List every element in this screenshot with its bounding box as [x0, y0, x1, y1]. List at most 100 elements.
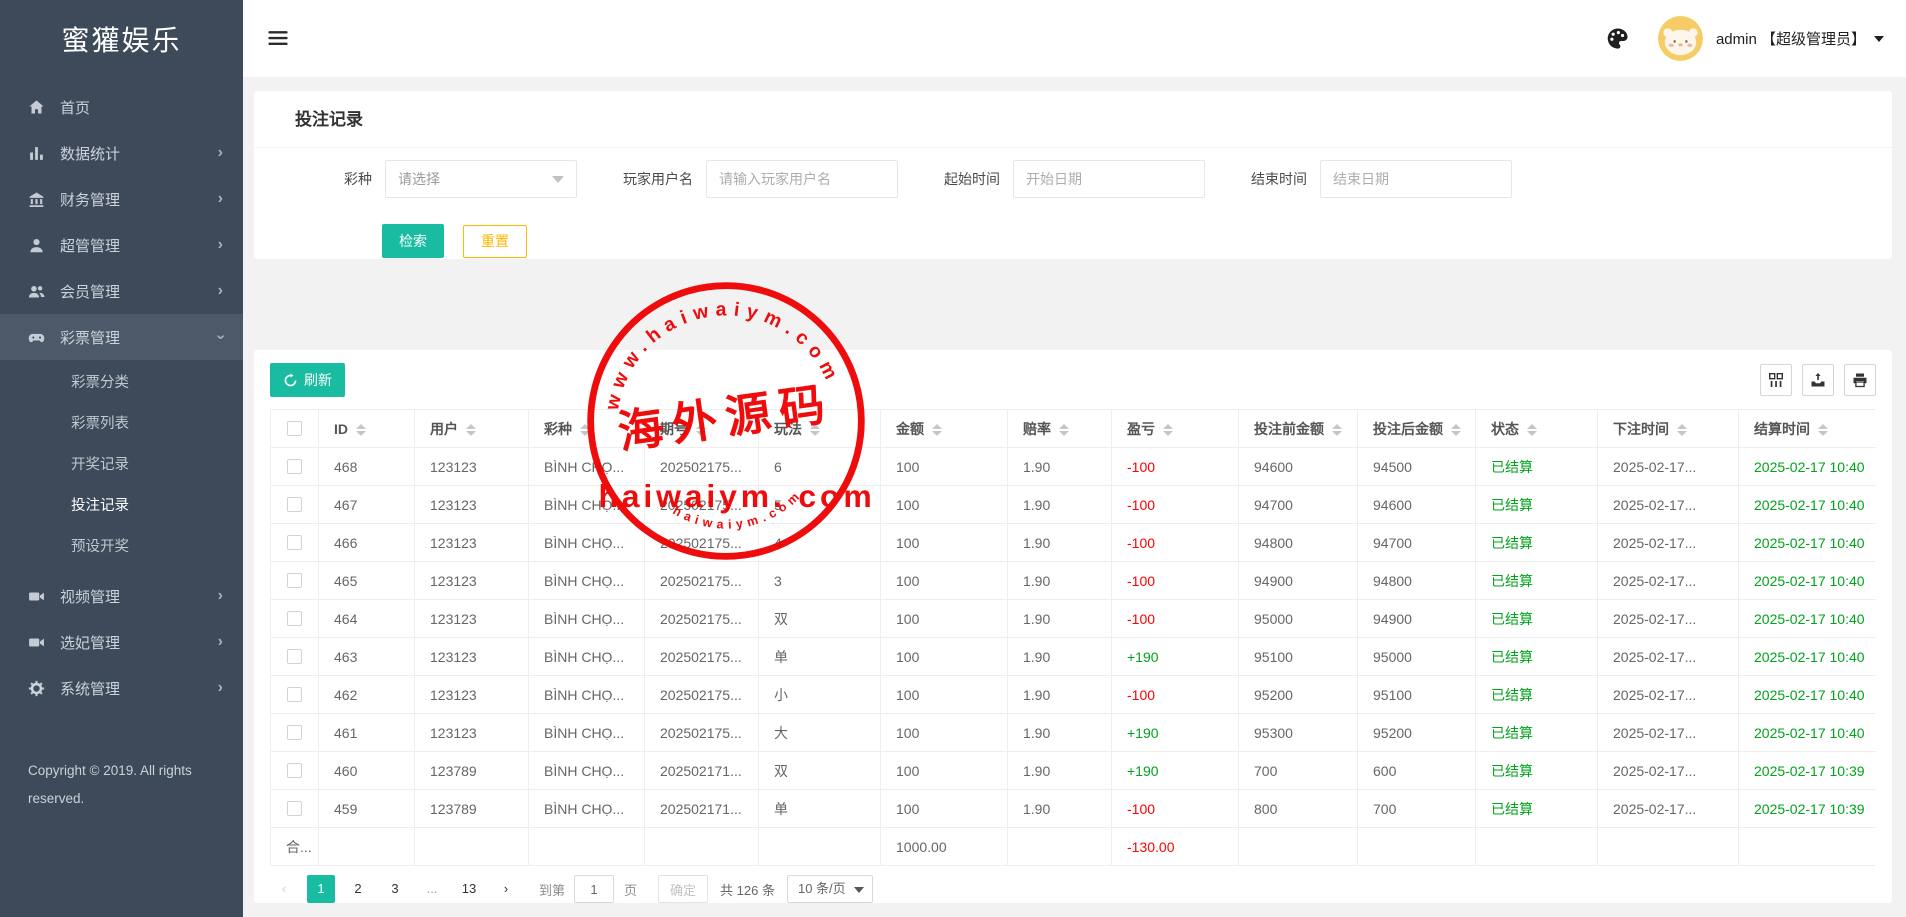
- sidebar-item-bet-records[interactable]: 投注记录: [0, 486, 243, 527]
- sort-icon[interactable]: [810, 424, 820, 436]
- row-checkbox[interactable]: [287, 611, 302, 626]
- row-checkbox[interactable]: [287, 459, 302, 474]
- sidebar-item-admin[interactable]: 超管管理›: [0, 222, 243, 268]
- per-page-select[interactable]: 10 条/页: [787, 875, 873, 903]
- sort-icon[interactable]: [1677, 424, 1687, 436]
- sort-icon[interactable]: [580, 424, 590, 436]
- row-checkbox[interactable]: [287, 763, 302, 778]
- row-checkbox[interactable]: [287, 573, 302, 588]
- page-button-1[interactable]: 1: [307, 875, 335, 903]
- column-header-amount[interactable]: 金额: [881, 410, 1008, 448]
- sort-icon[interactable]: [1163, 424, 1173, 436]
- summary-cell-settle_time: [1739, 828, 1877, 866]
- jump-confirm-button[interactable]: 确定: [658, 875, 708, 903]
- avatar[interactable]: [1658, 16, 1703, 61]
- row-checkbox[interactable]: [287, 725, 302, 740]
- page-root: 蜜獾娱乐 首页数据统计›财务管理›超管管理›会员管理›彩票管理›彩票分类彩票列表…: [0, 0, 1906, 917]
- column-header-profit[interactable]: 盈亏: [1112, 410, 1239, 448]
- cell-profit: -100: [1112, 676, 1239, 714]
- refresh-button[interactable]: 刷新: [270, 363, 345, 397]
- cell-issue: 202502175...: [645, 486, 759, 524]
- sort-icon[interactable]: [696, 424, 706, 436]
- column-header-settle_time[interactable]: 结算时间: [1739, 410, 1877, 448]
- column-header-after_amount[interactable]: 投注后金额: [1358, 410, 1476, 448]
- sort-icon[interactable]: [1451, 424, 1461, 436]
- jump-page-input[interactable]: [574, 875, 614, 903]
- select-all-checkbox[interactable]: [287, 421, 302, 436]
- select-caret-icon: [552, 176, 564, 183]
- reset-button[interactable]: 重置: [463, 225, 527, 258]
- column-header-before_amount[interactable]: 投注前金额: [1239, 410, 1358, 448]
- cell-id: 467: [319, 486, 415, 524]
- cell-user: 123123: [415, 486, 529, 524]
- sort-icon[interactable]: [356, 424, 366, 436]
- cell-profit: +190: [1112, 638, 1239, 676]
- column-header-id[interactable]: ID: [319, 410, 415, 448]
- table-row: 467123123BÌNH CHỌ...202502175...51001.90…: [271, 486, 1877, 524]
- end-date-input[interactable]: [1320, 160, 1512, 198]
- cell-amount: 100: [881, 790, 1008, 828]
- column-header-status[interactable]: 状态: [1476, 410, 1598, 448]
- sort-icon[interactable]: [466, 424, 476, 436]
- sidebar-item-lottery-category[interactable]: 彩票分类: [0, 363, 243, 404]
- row-checkbox[interactable]: [287, 497, 302, 512]
- theme-palette-icon[interactable]: [1606, 27, 1630, 51]
- sidebar-item-label: 系统管理: [60, 678, 120, 699]
- page-button-3[interactable]: 3: [381, 875, 409, 903]
- search-button[interactable]: 检索: [382, 224, 444, 258]
- column-header-odds[interactable]: 赔率: [1008, 410, 1112, 448]
- row-checkbox[interactable]: [287, 687, 302, 702]
- sidebar: 蜜獾娱乐 首页数据统计›财务管理›超管管理›会员管理›彩票管理›彩票分类彩票列表…: [0, 0, 243, 917]
- user-menu[interactable]: admin 【超级管理员】: [1716, 28, 1884, 49]
- sort-icon[interactable]: [1818, 424, 1828, 436]
- start-date-input[interactable]: [1013, 160, 1205, 198]
- sidebar-item-concubine[interactable]: 选妃管理›: [0, 619, 243, 665]
- sidebar-item-draw-records[interactable]: 开奖记录: [0, 445, 243, 486]
- row-checkbox[interactable]: [287, 535, 302, 550]
- next-page-button[interactable]: ›: [492, 875, 520, 903]
- cell-amount: 100: [881, 714, 1008, 752]
- column-header-play[interactable]: 玩法: [759, 410, 881, 448]
- column-header-bet_time[interactable]: 下注时间: [1598, 410, 1739, 448]
- sidebar-item-video[interactable]: 视频管理›: [0, 573, 243, 619]
- sidebar-item-lottery-list[interactable]: 彩票列表: [0, 404, 243, 445]
- menu-toggle-icon[interactable]: [267, 27, 291, 51]
- page-button-2[interactable]: 2: [344, 875, 372, 903]
- page-button-13[interactable]: 13: [455, 875, 483, 903]
- sidebar-item-finance[interactable]: 财务管理›: [0, 176, 243, 222]
- chevron-right-icon: ›: [218, 236, 223, 254]
- row-checkbox[interactable]: [287, 649, 302, 664]
- sidebar-item-home[interactable]: 首页: [0, 84, 243, 130]
- column-header-issue[interactable]: 期号: [645, 410, 759, 448]
- sort-icon[interactable]: [1059, 424, 1069, 436]
- cell-lottery: BÌNH CHỌ...: [529, 600, 645, 638]
- sidebar-item-preset-draw[interactable]: 预设开奖: [0, 527, 243, 568]
- lottery-type-select[interactable]: 请选择: [385, 160, 577, 198]
- print-button[interactable]: [1844, 364, 1876, 396]
- sidebar-item-lottery[interactable]: 彩票管理›: [0, 314, 243, 360]
- cell-play: 双: [759, 600, 881, 638]
- chevron-right-icon: ›: [218, 679, 223, 697]
- summary-cell-id: [319, 828, 415, 866]
- column-header-user[interactable]: 用户: [415, 410, 529, 448]
- sidebar-item-stats[interactable]: 数据统计›: [0, 130, 243, 176]
- sidebar-item-system[interactable]: 系统管理 ›: [0, 665, 243, 711]
- prev-page-button[interactable]: ‹: [270, 875, 298, 903]
- user-name: admin 【超级管理员】: [1716, 28, 1866, 49]
- cell-before_amount: 94600: [1239, 448, 1358, 486]
- cell-settle_time: 2025-02-17 10:40: [1739, 676, 1877, 714]
- filter-columns-button[interactable]: [1760, 364, 1792, 396]
- filter-row: 彩种 请选择 玩家用户名 起始时间 结束时间: [344, 160, 1892, 198]
- table-row: 460123789BÌNH CHỌ...202502171...双1001.90…: [271, 752, 1877, 790]
- filter-card: 投注记录 彩种 请选择 玩家用户名 起始时间 结束时间: [254, 91, 1892, 259]
- column-header-lottery[interactable]: 彩种: [529, 410, 645, 448]
- export-button[interactable]: [1802, 364, 1834, 396]
- sort-icon[interactable]: [1332, 424, 1342, 436]
- username-input[interactable]: [706, 160, 898, 198]
- top-header: admin 【超级管理员】: [243, 0, 1906, 77]
- sort-icon[interactable]: [1527, 424, 1537, 436]
- row-checkbox[interactable]: [287, 801, 302, 816]
- cell-before_amount: 95000: [1239, 600, 1358, 638]
- sort-icon[interactable]: [932, 424, 942, 436]
- sidebar-item-members[interactable]: 会员管理›: [0, 268, 243, 314]
